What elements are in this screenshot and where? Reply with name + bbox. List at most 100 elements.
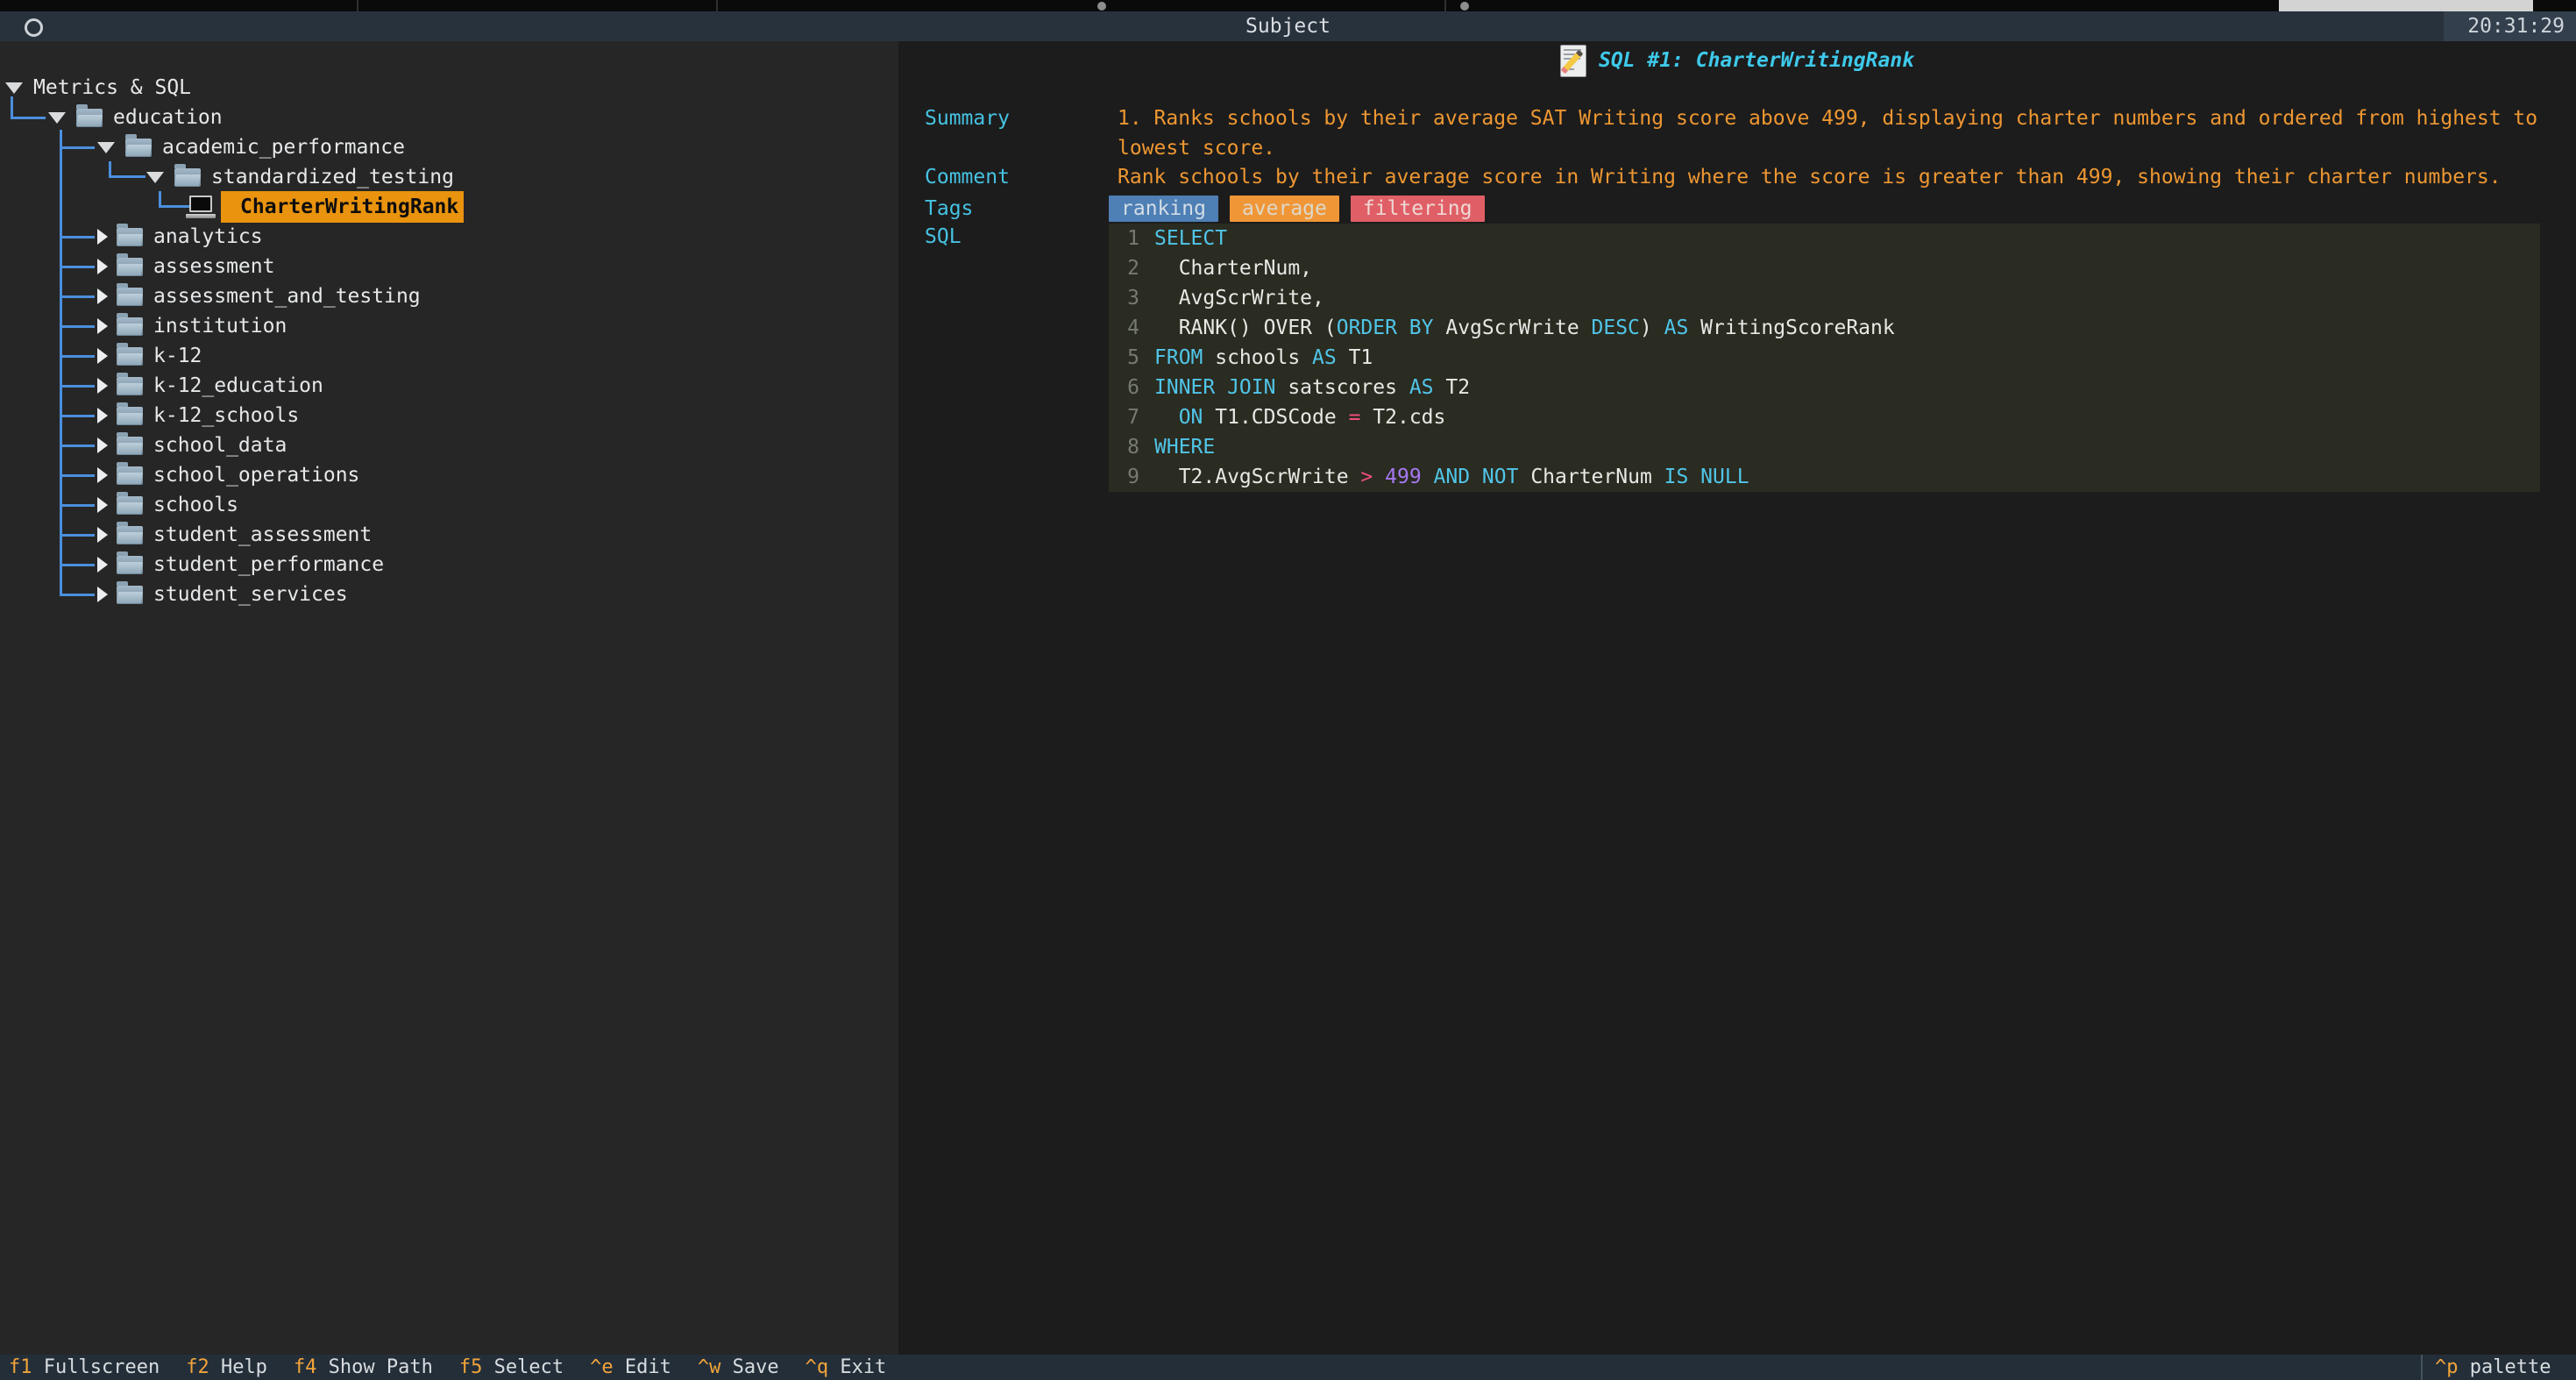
line-number: 8 [1109, 432, 1139, 462]
tree-item-label: Metrics & SQL [33, 73, 191, 103]
shortcut-label: Fullscreen [32, 1356, 160, 1378]
summary-label: Summary [925, 103, 1010, 133]
tree-item-label: k-12_schools [153, 401, 299, 430]
tree-item-school-data[interactable]: school_data [0, 430, 898, 460]
code-line: 1SELECT [1109, 224, 2540, 253]
code-text: WHERE [1154, 432, 1215, 462]
shortcut-ctrl-w[interactable]: ^w Save [698, 1355, 779, 1380]
code-line: 5FROM schools AS T1 [1109, 343, 2540, 373]
folder-icon [117, 556, 143, 574]
code-line: 9 T2.AvgScrWrite > 499 AND NOT CharterNu… [1109, 462, 2540, 492]
chevron-right-icon [97, 467, 108, 483]
code-line: 4 RANK() OVER (ORDER BY AvgScrWrite DESC… [1109, 313, 2540, 343]
folder-icon [117, 377, 143, 395]
tree-item-label: k-12 [153, 341, 202, 371]
palette-shortcut[interactable]: ^p palette [2435, 1355, 2551, 1380]
shortcut-f4[interactable]: f4 Show Path [294, 1355, 433, 1380]
tree-item-institution[interactable]: institution [0, 311, 898, 341]
header-bar: Subject 20:31:29 [0, 11, 2576, 41]
footer-bar: f1 Fullscreen f2 Help f4 Show Path f5 Selec… [0, 1355, 2576, 1380]
code-line: 3 AvgScrWrite, [1109, 283, 2540, 313]
folder-icon [117, 407, 143, 425]
tree-item-student-assessment[interactable]: student_assessment [0, 520, 898, 550]
tree-item-analytics[interactable]: analytics [0, 222, 898, 252]
tree-item-label: standardized_testing [211, 162, 454, 192]
tree-item-label: student_performance [153, 550, 384, 580]
palette-label-text: palette [2470, 1356, 2551, 1378]
shortcut-key: ^w [698, 1356, 721, 1378]
shortcut-label: Help [209, 1356, 267, 1378]
tree-item-label: education [113, 103, 223, 132]
shortcut-f5[interactable]: f5 Select [459, 1355, 564, 1380]
tags-row: ranking average filtering [1109, 196, 1496, 222]
shortcut-f2[interactable]: f2 Help [186, 1355, 267, 1380]
tags-label: Tags [925, 194, 973, 224]
code-line: 7 ON T1.CDSCode = T2.cds [1109, 402, 2540, 432]
chevron-down-icon [97, 142, 115, 153]
shortcut-f1[interactable]: f1 Fullscreen [9, 1355, 160, 1380]
tree-item-education[interactable]: education [0, 103, 898, 132]
summary-value: 1. Ranks schools by their average SAT Wr… [1118, 103, 2568, 163]
chevron-right-icon [97, 318, 108, 334]
shortcut-label: Edit [614, 1356, 671, 1378]
tree-item-label: student_services [153, 580, 348, 609]
tree-item-label: school_data [153, 430, 287, 460]
folder-icon [117, 228, 143, 246]
shortcut-ctrl-e[interactable]: ^e Edit [590, 1355, 671, 1380]
tree-item-k-12[interactable]: k-12 [0, 341, 898, 371]
tree-item-k-12-education[interactable]: k-12_education [0, 371, 898, 401]
chevron-right-icon [97, 348, 108, 364]
folder-icon [117, 586, 143, 604]
shortcut-key: ^q [805, 1356, 829, 1378]
code-text: T2.AvgScrWrite > 499 AND NOT CharterNum … [1154, 462, 1749, 492]
folder-icon [125, 139, 152, 157]
sql-code-block[interactable]: 1SELECT2 CharterNum,3 AvgScrWrite,4 RANK… [1109, 224, 2540, 492]
tree-item-k-12-schools[interactable]: k-12_schools [0, 401, 898, 430]
tree-item-academic-performance[interactable]: academic_performance [0, 132, 898, 162]
line-number: 9 [1109, 462, 1139, 492]
tree-item-school-operations[interactable]: school_operations [0, 460, 898, 490]
tab-separator [1444, 0, 1446, 11]
tree-item-metrics-sql[interactable]: Metrics & SQL [0, 73, 898, 103]
tree-item-assessment[interactable]: assessment [0, 252, 898, 281]
background-strip [0, 0, 2576, 11]
shortcut-label: Exit [828, 1356, 886, 1378]
chevron-right-icon [97, 229, 108, 245]
tag-ranking[interactable]: ranking [1109, 196, 1218, 222]
tree-item-standardized-testing[interactable]: standardized_testing [0, 162, 898, 192]
palette-key: ^p [2435, 1356, 2459, 1378]
detail-title-row: SQL #1: CharterWritingRank [898, 44, 2576, 77]
tree-item-schools[interactable]: schools [0, 490, 898, 520]
tree-item-student-services[interactable]: student_services [0, 580, 898, 609]
tab-separator [357, 0, 358, 11]
chevron-right-icon [97, 378, 108, 394]
code-line: 2 CharterNum, [1109, 253, 2540, 283]
tree-item-label: assessment [153, 252, 274, 281]
tag-average[interactable]: average [1230, 196, 1339, 222]
tree-item-charterwritingrank[interactable]: CharterWritingRank [0, 192, 898, 222]
clock: 20:31:29 [2444, 11, 2576, 41]
tree-item-label: k-12_education [153, 371, 323, 401]
tree-item-student-performance[interactable]: student_performance [0, 550, 898, 580]
tree-item-assessment-and-testing[interactable]: assessment_and_testing [0, 281, 898, 311]
chevron-down-icon [5, 82, 23, 94]
tag-filtering[interactable]: filtering [1351, 196, 1485, 222]
tree-item-label: student_assessment [153, 520, 372, 550]
code-text: CharterNum, [1154, 253, 1312, 283]
code-text: ON T1.CDSCode = T2.cds [1154, 402, 1445, 432]
tree-panel: Metrics & SQLeducationacademic_performan… [0, 41, 898, 1355]
shortcut-label: Show Path [316, 1356, 432, 1378]
folder-icon [117, 496, 143, 515]
window-title: Subject [1245, 11, 1331, 41]
comment-value: Rank schools by their average score in W… [1118, 162, 2568, 192]
footer-divider [2421, 1355, 2423, 1380]
shortcut-key: f2 [186, 1356, 209, 1378]
chevron-right-icon [97, 288, 108, 304]
tab-favicon-dot [1097, 2, 1106, 11]
shortcut-ctrl-q[interactable]: ^q Exit [805, 1355, 887, 1380]
code-text: FROM schools AS T1 [1154, 343, 1373, 373]
sql-label: SQL [925, 222, 962, 252]
folder-icon [117, 437, 143, 455]
terminal-screen: { "header": { "title": "Subject", "clock… [0, 0, 2576, 1380]
code-text: SELECT [1154, 224, 1227, 253]
